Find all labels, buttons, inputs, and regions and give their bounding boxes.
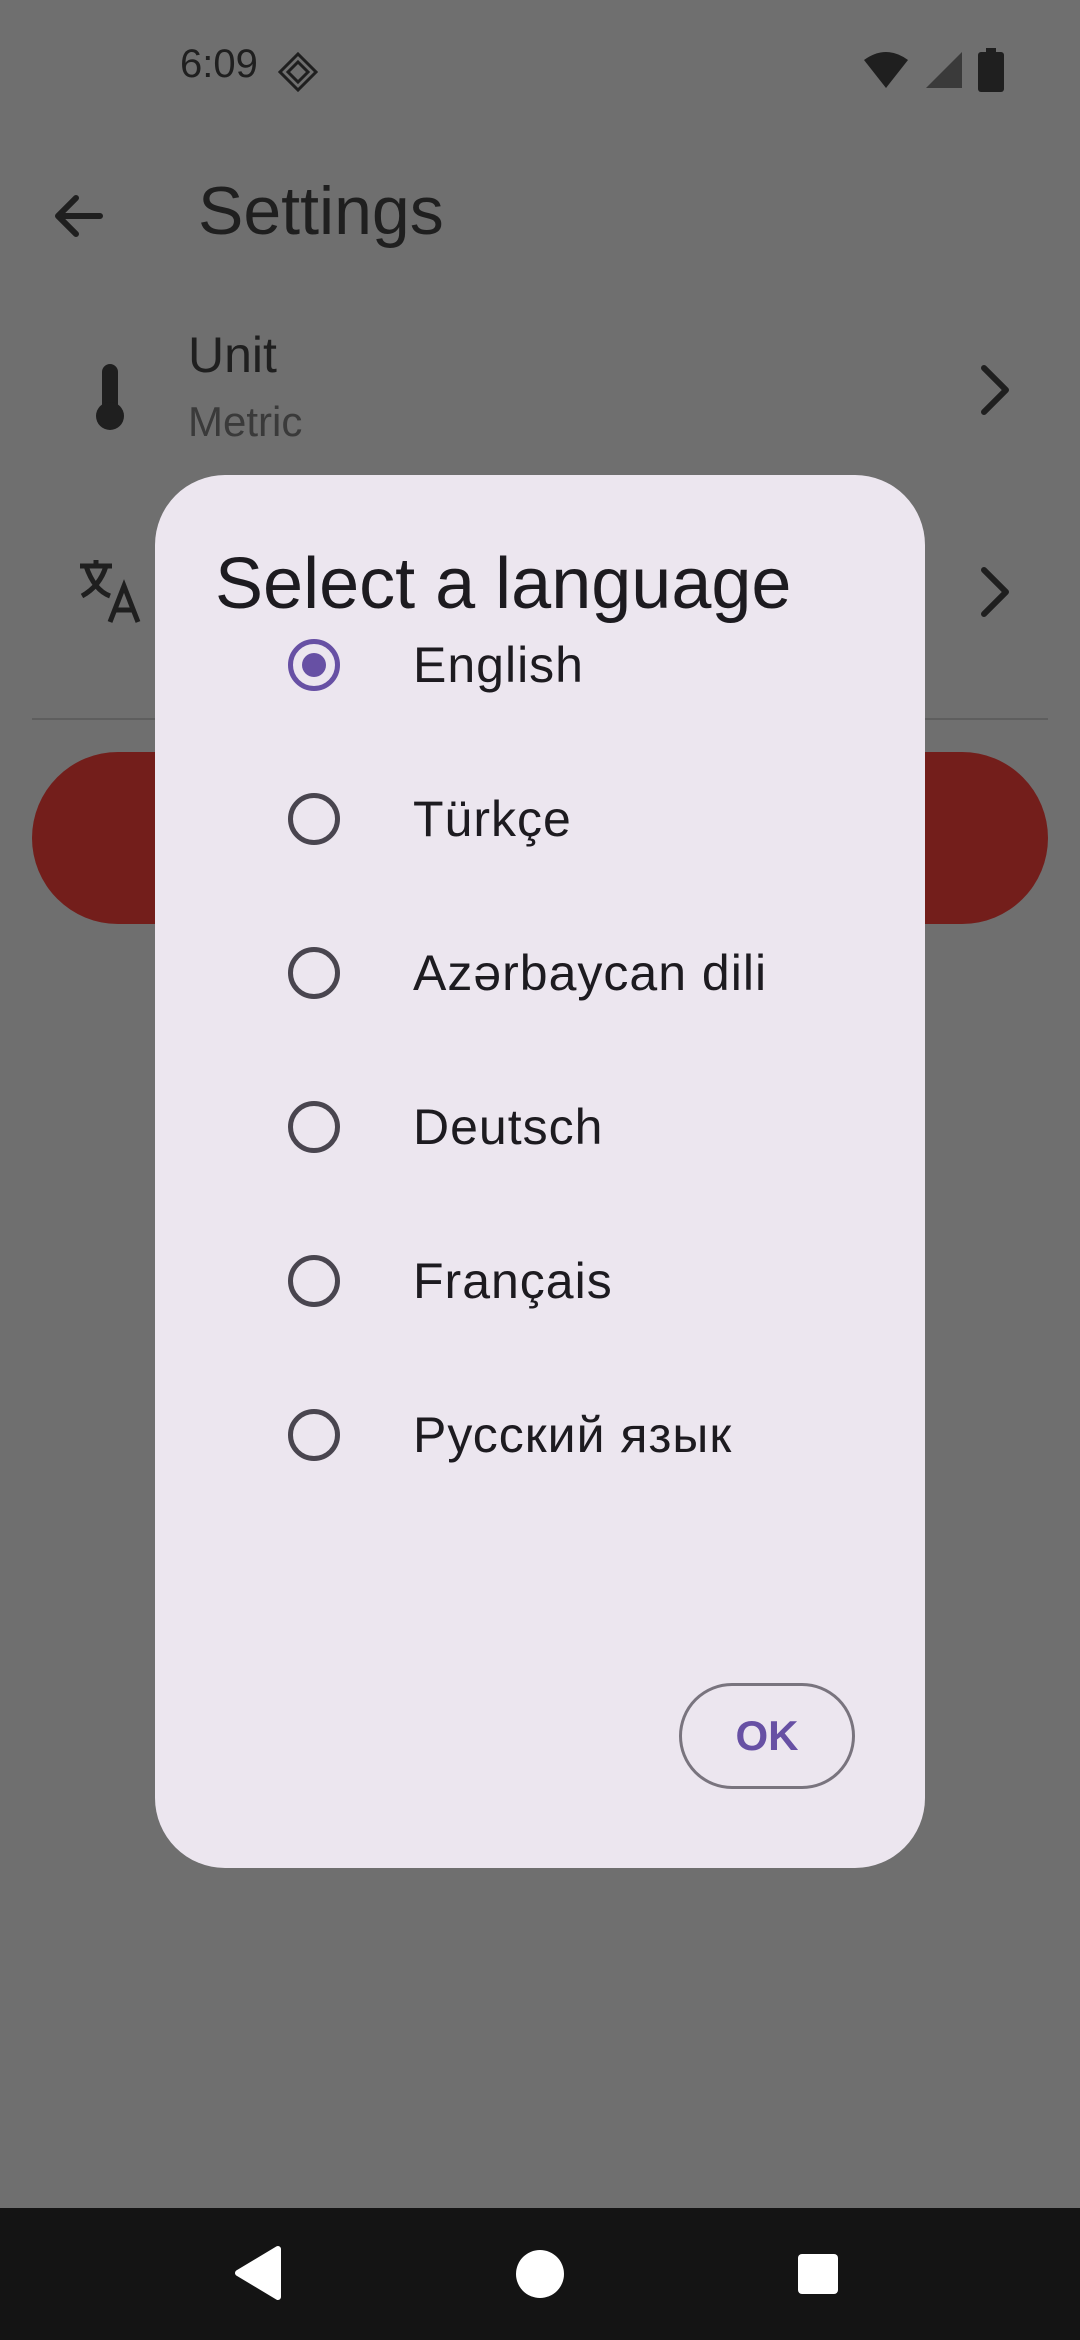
thermometer-icon: [96, 364, 124, 430]
app-bar: Settings: [0, 150, 1080, 280]
page-title: Settings: [198, 173, 444, 249]
status-time: 6:09: [180, 42, 258, 86]
language-option[interactable]: Azərbaycan dili: [155, 898, 925, 1048]
language-option-label: Deutsch: [413, 1099, 604, 1155]
nav-home-icon[interactable]: [516, 2250, 564, 2298]
language-option-label: English: [413, 637, 584, 693]
translate-icon: [80, 560, 141, 623]
radio-button[interactable]: [288, 1101, 340, 1153]
language-option-label: Azərbaycan dili: [413, 945, 768, 1001]
cell-signal-icon: [926, 52, 962, 88]
nav-recents-icon[interactable]: [798, 2254, 838, 2294]
language-option-label: Русский язык: [413, 1407, 733, 1463]
setting-unit-title: Unit: [188, 327, 277, 383]
status-bar: 6:09: [0, 0, 1080, 140]
back-arrow-icon[interactable]: [46, 184, 110, 248]
language-option[interactable]: Français: [155, 1206, 925, 1356]
language-option[interactable]: English: [155, 590, 925, 740]
radio-button[interactable]: [288, 639, 340, 691]
language-option[interactable]: Türkçe: [155, 744, 925, 894]
chevron-right-icon: [981, 365, 1009, 415]
notification-icon: [278, 52, 318, 92]
radio-button[interactable]: [288, 1409, 340, 1461]
navigation-bar: [0, 2208, 1080, 2340]
language-dialog: Select a language English Türkçe Azərbay…: [155, 475, 925, 1868]
nav-back-icon[interactable]: [232, 2245, 282, 2301]
language-option-label: Français: [413, 1253, 613, 1309]
status-icons: [862, 48, 1004, 92]
ok-button[interactable]: OK: [679, 1683, 855, 1789]
setting-unit-value: Metric: [188, 398, 303, 445]
language-option[interactable]: Deutsch: [155, 1052, 925, 1202]
chevron-right-icon: [981, 567, 1009, 617]
radio-button[interactable]: [288, 947, 340, 999]
battery-icon: [978, 48, 1004, 92]
radio-button[interactable]: [288, 793, 340, 845]
language-option[interactable]: Русский язык: [155, 1360, 925, 1510]
wifi-icon: [864, 52, 908, 88]
setting-row-unit[interactable]: Unit Metric: [0, 310, 1080, 470]
radio-button[interactable]: [288, 1255, 340, 1307]
language-option-label: Türkçe: [413, 791, 572, 847]
